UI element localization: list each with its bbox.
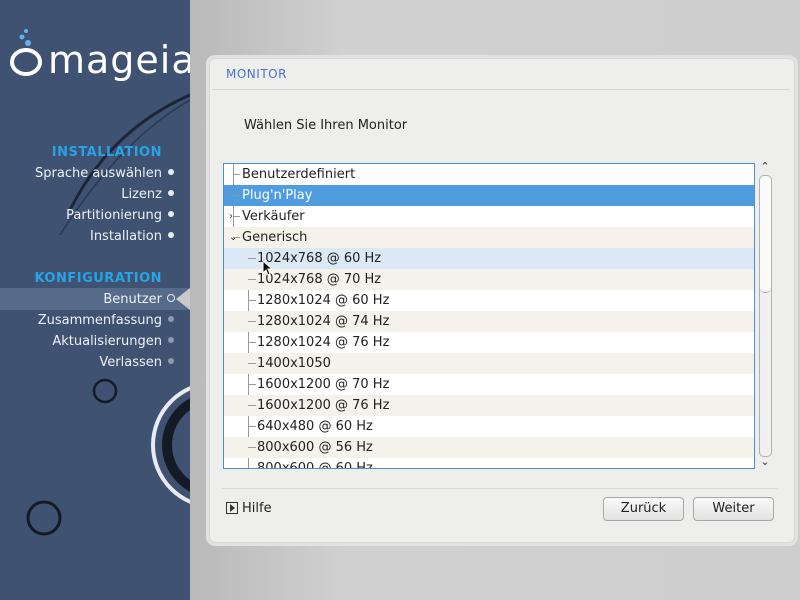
mageia-logo: mageia xyxy=(8,24,190,84)
tree-line xyxy=(233,216,240,217)
step-label: Partitionierung xyxy=(66,208,162,223)
scrollbar-track[interactable] xyxy=(759,175,772,457)
tree-line xyxy=(248,447,256,448)
tree-item-label: 1280x1024 @ 74 Hz xyxy=(257,314,390,329)
active-step-arrow-icon xyxy=(176,288,190,310)
tree-line xyxy=(233,195,240,196)
tree-line xyxy=(248,426,256,427)
tree-item-label: 1400x1050 xyxy=(257,356,331,371)
tree-line xyxy=(233,174,240,175)
panel-title: MONITOR xyxy=(226,67,287,81)
step-label: Sprache auswählen xyxy=(35,166,162,181)
tree-subitem[interactable]: 1600x1200 @ 76 Hz xyxy=(224,395,754,416)
expand-arrow-icon xyxy=(226,501,238,514)
tree-item[interactable]: Plug'n'Play xyxy=(224,185,754,206)
tree-item-label: Generisch xyxy=(242,230,308,245)
help-label: Hilfe xyxy=(242,501,272,516)
tree-line xyxy=(248,468,256,469)
step-dot-icon xyxy=(168,232,174,238)
tree-item-label: 1280x1024 @ 76 Hz xyxy=(257,335,390,350)
step-label: Zusammenfassung xyxy=(37,313,162,328)
back-button[interactable]: Zurück xyxy=(603,497,684,521)
step-verlassen: Verlassen xyxy=(99,352,174,373)
tree-line xyxy=(248,279,256,280)
collapse-arrow-icon[interactable]: ⌄ xyxy=(229,227,237,248)
tree-item[interactable]: › Verkäufer xyxy=(224,206,754,227)
section-configuration-title: KONFIGURATION xyxy=(34,271,162,286)
step-dot-icon xyxy=(168,316,174,322)
scroll-down-icon[interactable]: ⌄ xyxy=(758,456,772,468)
tree-subitem[interactable]: 1400x1050 xyxy=(224,353,754,374)
tree-line xyxy=(248,363,256,364)
tree-subitem[interactable]: 800x600 @ 56 Hz xyxy=(224,437,754,458)
tree-subitem[interactable]: 1280x1024 @ 74 Hz xyxy=(224,311,754,332)
step-dot-icon xyxy=(168,358,174,364)
step-current-icon xyxy=(167,294,175,302)
footer-divider xyxy=(222,488,777,489)
step-dot-icon xyxy=(168,211,174,217)
tree-subitem[interactable]: 1024x768 @ 70 Hz xyxy=(224,269,754,290)
tree-subitem[interactable]: 1280x1024 @ 60 Hz xyxy=(224,290,754,311)
section-installation-title: INSTALLATION xyxy=(51,145,162,160)
scrollbar-thumb[interactable] xyxy=(760,176,771,293)
step-installation: Installation xyxy=(89,226,174,247)
tree-subitem[interactable]: 1024x768 @ 60 Hz xyxy=(224,248,754,269)
step-dot-icon xyxy=(168,337,174,343)
step-zusammenfassung: Zusammenfassung xyxy=(37,310,174,331)
logo-text: mageia xyxy=(48,38,190,82)
tree-item-label: 1024x768 @ 70 Hz xyxy=(257,272,382,287)
tree-item-label: Verkäufer xyxy=(242,209,305,224)
tree-item-label: 1600x1200 @ 76 Hz xyxy=(257,398,390,413)
tree-item-label: Benutzerdefiniert xyxy=(242,167,356,182)
tree-item[interactable]: Benutzerdefiniert xyxy=(224,164,754,185)
step-label: Lizenz xyxy=(121,187,162,202)
tree-item-label: 1280x1024 @ 60 Hz xyxy=(257,293,390,308)
monitor-tree[interactable]: Benutzerdefiniert Plug'n'Play › Verkäufer ⌄ G… xyxy=(223,163,755,469)
scroll-up-icon[interactable]: ⌃ xyxy=(758,161,772,173)
step-label: Benutzer xyxy=(103,292,162,307)
tree-line xyxy=(248,384,256,385)
tree-item-label: 800x600 @ 56 Hz xyxy=(257,440,373,455)
tree-item-label: 800x600 @ 60 Hz xyxy=(257,461,373,469)
question-label: Wählen Sie Ihren Monitor xyxy=(244,118,408,133)
tree-subitem[interactable]: 1600x1200 @ 70 Hz xyxy=(224,374,754,395)
step-label: Aktualisierungen xyxy=(52,334,162,349)
panel-divider xyxy=(212,89,790,90)
tree-line xyxy=(248,342,256,343)
step-benutzer: Benutzer xyxy=(103,289,175,310)
next-button[interactable]: Weiter xyxy=(693,497,774,521)
tree-item-label: Plug'n'Play xyxy=(242,188,313,203)
tree-item[interactable]: ⌄ Generisch xyxy=(224,227,754,248)
tree-line xyxy=(248,405,256,406)
mouse-cursor-icon xyxy=(262,260,274,276)
tree-line xyxy=(248,321,256,322)
tree-item-label: 1024x768 @ 60 Hz xyxy=(257,251,382,266)
tree-subitem[interactable]: 1280x1024 @ 76 Hz xyxy=(224,332,754,353)
step-label: Installation xyxy=(89,229,162,244)
step-dot-icon xyxy=(168,190,174,196)
tree-subitem[interactable]: 800x600 @ 60 Hz xyxy=(224,458,754,469)
step-label: Verlassen xyxy=(99,355,162,370)
step-lizenz: Lizenz xyxy=(121,184,174,205)
sidebar: mageia INSTALLATION Sprache auswählen Li… xyxy=(0,0,190,600)
step-dot-icon xyxy=(168,169,174,175)
tree-item-label: 1600x1200 @ 70 Hz xyxy=(257,377,390,392)
step-sprache: Sprache auswählen xyxy=(35,163,174,184)
tree-item-label: 640x480 @ 60 Hz xyxy=(257,419,373,434)
step-partitionierung: Partitionierung xyxy=(66,205,174,226)
step-aktualisierungen: Aktualisierungen xyxy=(52,331,174,352)
expand-arrow-icon[interactable]: › xyxy=(229,206,233,227)
tree-line xyxy=(248,258,256,259)
tree-scrollbar[interactable]: ⌃ ⌄ xyxy=(757,161,773,469)
tree-subitem[interactable]: 640x480 @ 60 Hz xyxy=(224,416,754,437)
help-button[interactable]: Hilfe xyxy=(226,500,272,518)
tree-line xyxy=(248,300,256,301)
